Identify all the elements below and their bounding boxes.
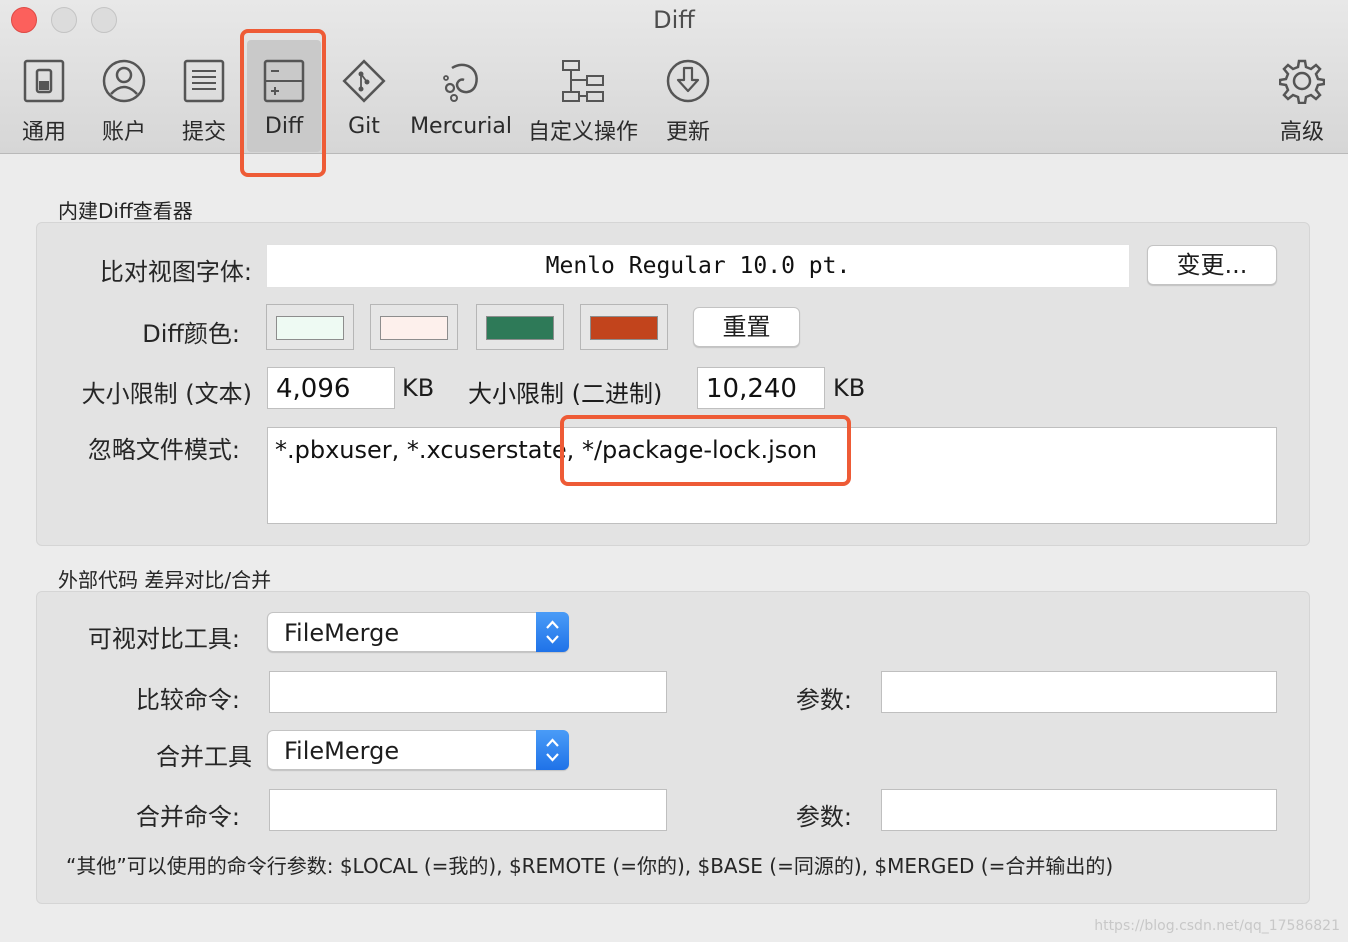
- switch-icon: [23, 59, 65, 103]
- merge-args-input[interactable]: [881, 789, 1277, 831]
- window-title: Diff: [653, 6, 695, 34]
- merge-tool-value: FileMerge: [284, 737, 400, 765]
- size-limit-text-input[interactable]: 4,096: [267, 367, 395, 409]
- toolbar-advanced[interactable]: 高级: [1262, 40, 1342, 152]
- window-toolbar: Diff 通用 账户 提交 Diff Git Mercurial 自定义操作 更…: [0, 0, 1348, 154]
- person-icon: [102, 59, 146, 103]
- compare-args-label: 参数:: [795, 686, 852, 714]
- diff-color-label: Diff颜色:: [142, 320, 240, 348]
- toolbar-label: 通用: [21, 120, 66, 145]
- toolbar-commit[interactable]: 提交: [164, 40, 244, 152]
- ignore-patterns-start: *.pbxuser, *.xcuserstate,: [275, 436, 575, 464]
- external-section-title: 外部代码 差异对比/合并: [58, 568, 272, 592]
- size-limit-binary-label: 大小限制 (二进制): [468, 380, 663, 408]
- color-swatch: [276, 316, 344, 340]
- merge-tool-label: 合并工具: [156, 743, 252, 771]
- ignore-patterns-label: 忽略文件模式:: [87, 436, 240, 464]
- toolbar-mercurial[interactable]: Mercurial: [404, 40, 518, 152]
- gear-icon: [1279, 59, 1325, 104]
- annotation-highlight: [560, 415, 851, 486]
- toolbar-update[interactable]: 更新: [648, 40, 728, 152]
- arguments-footnote: “其他”可以使用的命令行参数: $LOCAL (=我的), $REMOTE (=…: [66, 854, 1114, 878]
- color-well-3[interactable]: [476, 304, 564, 350]
- color-well-4[interactable]: [580, 304, 668, 350]
- popup-stepper: [536, 612, 569, 652]
- toolbar-label: 账户: [101, 120, 146, 145]
- popup-stepper: [536, 730, 569, 770]
- toolbar-label: 高级: [1279, 120, 1324, 145]
- color-swatch: [590, 316, 658, 340]
- custom-actions-icon: [562, 60, 604, 102]
- chevron-up-down-icon: [546, 738, 559, 762]
- toolbar-custom-actions[interactable]: 自定义操作: [522, 40, 644, 152]
- annotation-highlight: [240, 29, 326, 177]
- toolbar-git[interactable]: Git: [324, 40, 404, 152]
- merge-command-input[interactable]: [269, 789, 667, 831]
- toolbar-label: 更新: [665, 120, 710, 145]
- toolbar-general[interactable]: 通用: [4, 40, 84, 152]
- builtin-section-title: 内建Diff查看器: [58, 199, 193, 223]
- reset-colors-button[interactable]: 重置: [693, 307, 800, 347]
- visual-tool-popup[interactable]: FileMerge: [267, 612, 569, 652]
- compare-command-input[interactable]: [269, 671, 667, 713]
- compare-args-input[interactable]: [881, 671, 1277, 713]
- toolbar-label: Mercurial: [410, 114, 512, 139]
- document-icon: [183, 59, 225, 103]
- watermark: https://blog.csdn.net/qq_17586821: [1094, 918, 1340, 934]
- merge-command-label: 合并命令:: [135, 803, 240, 831]
- merge-args-label: 参数:: [795, 803, 852, 831]
- mercurial-icon: [443, 63, 478, 102]
- color-swatch: [486, 316, 554, 340]
- compare-command-label: 比较命令:: [135, 686, 240, 714]
- color-well-2[interactable]: [370, 304, 458, 350]
- merge-tool-popup[interactable]: FileMerge: [267, 730, 569, 770]
- color-swatch: [380, 316, 448, 340]
- color-well-1[interactable]: [266, 304, 354, 350]
- toolbar-label: Git: [348, 114, 380, 139]
- change-font-button[interactable]: 变更...: [1147, 245, 1277, 285]
- font-display: Menlo Regular 10.0 pt.: [266, 244, 1130, 288]
- toolbar-accounts[interactable]: 账户: [84, 40, 164, 152]
- chevron-up-down-icon: [546, 620, 559, 644]
- download-icon: [666, 59, 710, 103]
- font-label: 比对视图字体:: [99, 258, 252, 286]
- visual-tool-value: FileMerge: [284, 619, 400, 647]
- size-limit-text-unit: KB: [402, 374, 435, 402]
- size-limit-binary-input[interactable]: 10,240: [697, 367, 825, 409]
- toolbar-label: 提交: [181, 120, 226, 145]
- size-limit-text-label: 大小限制 (文本): [81, 380, 252, 408]
- git-icon: [342, 59, 386, 103]
- visual-tool-label: 可视对比工具:: [87, 625, 240, 653]
- toolbar-label: 自定义操作: [527, 120, 638, 145]
- size-limit-binary-unit: KB: [833, 374, 866, 402]
